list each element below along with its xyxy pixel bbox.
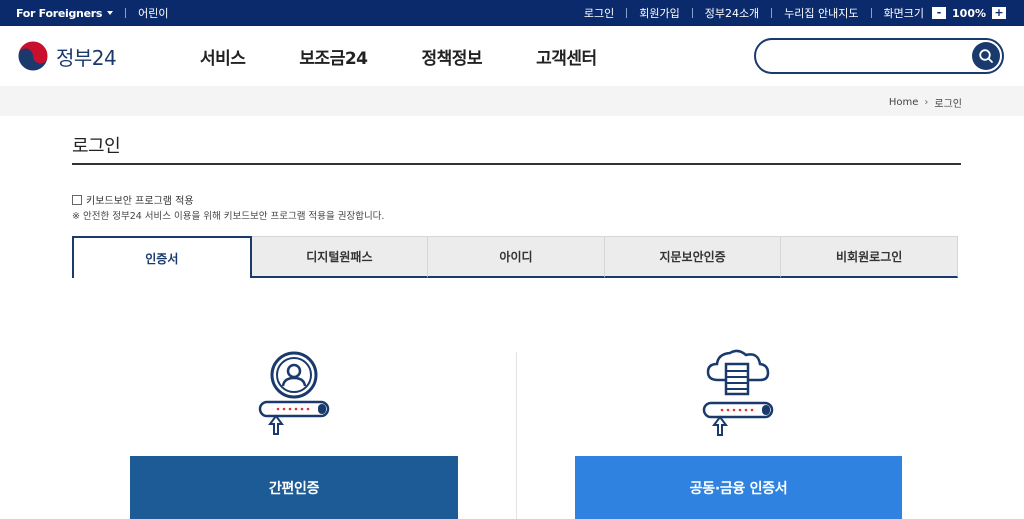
search-icon <box>979 49 993 63</box>
divider <box>771 8 773 18</box>
breadcrumb-bar: Home › 로그인 <box>0 86 1024 116</box>
zoom-in-button[interactable]: + <box>992 7 1006 19</box>
language-selector[interactable]: For Foreigners <box>16 6 114 20</box>
divider <box>125 8 127 18</box>
content-divider <box>516 352 517 519</box>
security-notice: ※ 안전한 정부24 서비스 이용을 위해 키보드보안 프로그램 적용을 권장합… <box>72 211 385 222</box>
top-utility-bar: For Foreigners 어린이 로그인 회원가입 정부24소개 누리집 안… <box>0 0 1024 26</box>
nav-item-support[interactable]: 고객센터 <box>536 44 597 69</box>
simple-auth-button[interactable]: 간편인증 <box>130 456 458 519</box>
tab-non-member[interactable]: 비회원로그인 <box>781 236 958 278</box>
taegeuk-logo-icon <box>17 40 49 72</box>
divider <box>870 8 872 18</box>
divider <box>626 8 628 18</box>
sitemap-link[interactable]: 누리집 안내지도 <box>784 5 858 21</box>
login-method-tabs: 인증서 디지털원패스 아이디 지문보안인증 비회원로그인 <box>72 236 958 278</box>
breadcrumb-home[interactable]: Home <box>889 97 919 108</box>
keyboard-security-checkbox[interactable] <box>72 194 82 205</box>
login-link[interactable]: 로그인 <box>584 5 614 21</box>
main-navigation: 서비스 보조금24 정책정보 고객센터 <box>200 26 651 86</box>
search-input[interactable] <box>770 46 970 66</box>
divider <box>691 8 693 18</box>
zoom-label: 화면크기 <box>883 7 925 20</box>
tab-certificate[interactable]: 인증서 <box>72 236 252 278</box>
tab-fingerprint[interactable]: 지문보안인증 <box>604 236 782 278</box>
search-box <box>754 38 1004 74</box>
keyboard-security-label: 키보드보안 프로그램 적용 <box>86 196 194 207</box>
zoom-out-button[interactable]: - <box>932 7 947 19</box>
main-header: 정부24 서비스 보조금24 정책정보 고객센터 <box>0 26 1024 86</box>
search-button[interactable] <box>972 42 1000 70</box>
caret-down-icon <box>107 11 114 15</box>
breadcrumb: Home › 로그인 <box>889 95 962 110</box>
nav-item-services[interactable]: 서비스 <box>200 44 246 69</box>
joint-cert-icon <box>702 349 774 436</box>
logo-text: 정부24 <box>56 45 117 70</box>
breadcrumb-current: 로그인 <box>934 99 962 110</box>
logo[interactable]: 정부24 <box>16 39 117 73</box>
signup-link[interactable]: 회원가입 <box>639 5 679 21</box>
tab-id[interactable]: 아이디 <box>428 236 605 278</box>
nav-item-policy[interactable]: 정책정보 <box>422 44 483 69</box>
about-link[interactable]: 정부24소개 <box>705 5 759 21</box>
joint-cert-button[interactable]: 공동·금융 인증서 <box>575 456 902 519</box>
chevron-right-icon: › <box>924 97 929 108</box>
zoom-control: - 100% + <box>932 7 1006 20</box>
page-title: 로그인 <box>72 136 121 157</box>
nav-item-subsidy[interactable]: 보조금24 <box>299 44 368 69</box>
zoom-value: 100% <box>952 6 986 20</box>
keyboard-security-option: 키보드보안 프로그램 적용 <box>72 192 194 207</box>
tab-digital-onepass[interactable]: 디지털원패스 <box>251 236 429 278</box>
kids-link[interactable]: 어린이 <box>138 5 168 21</box>
title-underline <box>72 163 961 165</box>
simple-auth-icon <box>258 351 330 435</box>
language-label: For Foreigners <box>16 6 103 20</box>
